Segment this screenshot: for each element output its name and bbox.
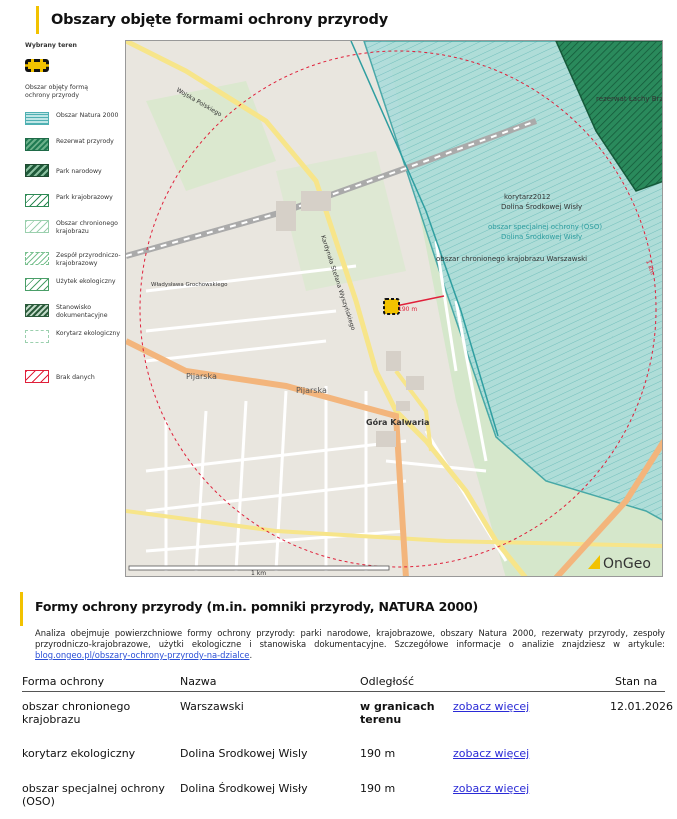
selected-plot[interactable] bbox=[383, 298, 400, 315]
details-link[interactable]: zobacz więcej bbox=[453, 700, 529, 713]
oso-label-2: Dolina Środkowej Wisły bbox=[501, 232, 582, 241]
map-canvas: rezerwat Łachy Brzeskie korytarz2012 Dol… bbox=[126, 41, 663, 577]
reserve-swatch bbox=[25, 138, 49, 151]
zpk-swatch bbox=[25, 252, 49, 265]
landscape-park-swatch bbox=[25, 194, 49, 207]
okk-label: obszar chronionego krajobrazu Warszawski bbox=[436, 255, 587, 263]
legend-title: Wybrany teren bbox=[25, 42, 77, 49]
legend-item-label: Obszar objęty formą ochrony przyrody bbox=[25, 84, 89, 99]
legend-item-label: Użytek ekologiczny bbox=[56, 278, 116, 285]
legend-item-label: Brak danych bbox=[56, 374, 95, 381]
article-link[interactable]: blog.ongeo.pl/obszary-ochrony-przyrody-n… bbox=[35, 650, 249, 660]
protection-map[interactable]: rezerwat Łachy Brzeskie korytarz2012 Dol… bbox=[125, 40, 663, 577]
col-odleglosc: Odległość bbox=[360, 675, 415, 688]
selected-area-swatch bbox=[25, 59, 49, 72]
details-link[interactable]: zobacz więcej bbox=[453, 782, 529, 795]
details-link[interactable]: zobacz więcej bbox=[453, 747, 529, 760]
section-title: Formy ochrony przyrody (m.in. pomniki pr… bbox=[35, 599, 479, 614]
legend-item-label: Obszar Natura 2000 bbox=[56, 112, 119, 119]
distance-label: 190 m bbox=[398, 306, 417, 313]
svg-text:OnGeo: OnGeo bbox=[603, 556, 651, 572]
col-stan: Stan na bbox=[615, 675, 658, 688]
legend-item-label: Zespół przyrodniczo-krajobrazowy bbox=[56, 252, 121, 267]
national-park-swatch bbox=[25, 164, 49, 177]
stan-value: 12.01.2026 bbox=[610, 700, 673, 713]
street-label: Władysława Grochowskiego bbox=[151, 282, 228, 288]
section-description: Analiza obejmuje powierzchniowe formy oc… bbox=[35, 628, 665, 660]
corridor-swatch bbox=[25, 330, 49, 343]
street-label: Pijarska bbox=[186, 372, 217, 381]
town-label: Góra Kalwaria bbox=[366, 417, 429, 427]
corridor-label-2: Dolina Środkowej Wisły bbox=[501, 202, 582, 211]
eco-use-swatch bbox=[25, 278, 49, 291]
scale-label: 1 km bbox=[251, 570, 266, 577]
legend-item-label: Park krajobrazowy bbox=[56, 194, 113, 201]
table-divider bbox=[22, 691, 665, 692]
natura-swatch bbox=[25, 112, 49, 125]
street-label: Pijarska bbox=[296, 386, 327, 395]
header: Obszary objęte formami ochrony przyrody bbox=[36, 6, 388, 34]
no-data-swatch bbox=[25, 370, 49, 383]
legend-item-label: Obszar chronionego krajobrazu bbox=[56, 220, 118, 235]
legend-item-label: Korytarz ekologiczny bbox=[56, 330, 121, 337]
legend-item-label: Park narodowy bbox=[56, 168, 102, 175]
col-forma: Forma ochrony bbox=[22, 675, 105, 688]
section-header: Formy ochrony przyrody (m.in. pomniki pr… bbox=[20, 592, 478, 626]
doc-site-swatch bbox=[25, 304, 49, 317]
legend-item-label: Stanowisko dokumentacyjne bbox=[56, 304, 108, 319]
legend-item-label: Rezerwat przyrody bbox=[56, 138, 114, 145]
corridor-label: korytarz2012 bbox=[504, 193, 551, 201]
oso-label: obszar specjalnej ochrony (OSO) bbox=[488, 223, 602, 231]
reserve-label: rezerwat Łachy Brzeskie bbox=[596, 95, 663, 103]
col-nazwa: Nazwa bbox=[180, 675, 217, 688]
page-title: Obszary objęte formami ochrony przyrody bbox=[51, 12, 388, 28]
okk-swatch bbox=[25, 220, 49, 233]
